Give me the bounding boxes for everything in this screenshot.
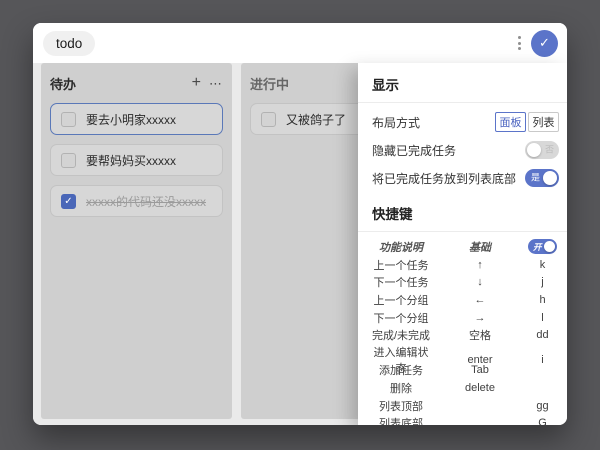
layout-option-list[interactable]: 列表 (528, 112, 559, 132)
kebab-menu-icon[interactable] (515, 32, 524, 54)
layout-mode-row: 布局方式 面板 列表 (358, 108, 567, 136)
toggle-knob (543, 171, 557, 185)
shortcut-vim-key: h (528, 294, 557, 306)
app-title-badge[interactable]: todo (43, 31, 95, 56)
task-checkbox[interactable] (261, 112, 276, 127)
shortcut-vim-key: dd (528, 329, 557, 341)
confirm-button[interactable]: ✓ (531, 30, 558, 57)
todo-app-window: todo ✓ 待办 + ⋯ 要去小明家xxxxx 要帮妈妈买xxxxx (33, 23, 567, 425)
toggle-knob (544, 241, 555, 252)
shortcuts-col-function: 功能说明 (370, 239, 432, 255)
task-text: 要帮妈妈买xxxxx (86, 152, 176, 169)
shortcut-action: 列表顶部 (370, 398, 432, 414)
divider (358, 231, 567, 232)
completed-to-bottom-toggle[interactable]: 是 (525, 169, 559, 187)
column-title: 进行中 (250, 74, 289, 93)
toggle-knob (527, 143, 541, 157)
shortcut-action: 下一个任务 (370, 274, 432, 290)
shortcut-row: 列表顶部 gg (370, 397, 557, 415)
shortcut-row: 上一个分组 ← h (370, 291, 557, 309)
shortcuts-header-row: 功能说明 基础 开 (370, 237, 557, 256)
task-card[interactable]: ✓ xxxxx的代码还没xxxxx (50, 185, 223, 217)
add-task-icon[interactable]: + (192, 75, 201, 91)
shortcuts-col-basic: 基础 (432, 239, 528, 255)
shortcut-action: 下一个分组 (370, 310, 432, 326)
toggle-state-text: 是 (531, 174, 540, 183)
shortcut-vim-key: l (528, 312, 557, 324)
shortcut-basic-key: ↓ (432, 276, 528, 288)
shortcut-basic-key: ← (432, 294, 528, 306)
shortcut-basic-key: 空格 (432, 327, 528, 343)
shortcut-basic-key: → (432, 312, 528, 324)
completed-to-bottom-row: 将已完成任务放到列表底部 是 (358, 164, 567, 192)
task-text: xxxxx的代码还没xxxxx (86, 193, 206, 210)
shortcut-row: 下一个分组 → l (370, 309, 557, 327)
layout-mode-label: 布局方式 (372, 114, 420, 131)
shortcut-vim-key: k (528, 259, 557, 271)
shortcut-row: 下一个任务 ↓ j (370, 274, 557, 292)
shortcuts-section-title: 快捷键 (372, 203, 553, 223)
column-todo: 待办 + ⋯ 要去小明家xxxxx 要帮妈妈买xxxxx ✓ xxxxx的代码还… (41, 63, 232, 419)
shortcut-row: 进入编辑状态 enter i (370, 344, 557, 362)
shortcut-vim-key: j (528, 276, 557, 288)
shortcut-action: 删除 (370, 380, 432, 396)
display-section-title: 显示 (372, 74, 553, 94)
task-card[interactable]: 要帮妈妈买xxxxx (50, 144, 223, 176)
task-checkbox[interactable] (61, 153, 76, 168)
task-text: 又被鸽子了 (286, 111, 346, 128)
column-title: 待办 (50, 74, 76, 93)
task-text: 要去小明家xxxxx (86, 111, 176, 128)
shortcut-vim-key: G (528, 417, 557, 425)
shortcut-basic-key: Tab (432, 364, 528, 376)
column-more-icon[interactable]: ⋯ (209, 77, 223, 90)
window-header: todo ✓ (33, 23, 567, 63)
task-checkbox-checked[interactable]: ✓ (61, 194, 76, 209)
shortcut-row: 删除 delete (370, 379, 557, 397)
layout-option-board[interactable]: 面板 (495, 112, 526, 132)
shortcut-action: 添加任务 (370, 362, 432, 378)
shortcut-action: 上一个分组 (370, 292, 432, 308)
shortcut-action: 列表底部 (370, 415, 432, 425)
shortcut-basic-key: delete (432, 382, 528, 394)
hide-completed-row: 隐藏已完成任务 否 (358, 136, 567, 164)
toggle-state-text: 开 (533, 242, 542, 251)
column-header: 待办 + ⋯ (50, 72, 223, 94)
shortcut-vim-key: i (528, 354, 557, 366)
shortcut-row: 完成/未完成 空格 dd (370, 326, 557, 344)
header-actions: ✓ (515, 30, 558, 57)
toggle-state-text: 否 (545, 146, 554, 155)
shortcuts-enabled-toggle[interactable]: 开 (528, 239, 557, 254)
shortcut-row: 上一个任务 ↑ k (370, 256, 557, 274)
shortcut-action: 完成/未完成 (370, 327, 432, 343)
settings-panel: 显示 布局方式 面板 列表 隐藏已完成任务 否 将已完成任务放到列表底部 是 (358, 63, 567, 425)
hide-completed-label: 隐藏已完成任务 (372, 142, 456, 159)
shortcut-basic-key: ↑ (432, 259, 528, 271)
check-icon: ✓ (539, 35, 550, 51)
task-checkbox[interactable] (61, 112, 76, 127)
completed-to-bottom-label: 将已完成任务放到列表底部 (372, 170, 516, 187)
shortcut-action: 上一个任务 (370, 257, 432, 273)
shortcut-vim-key: gg (528, 400, 557, 412)
divider (358, 102, 567, 103)
layout-mode-segment: 面板 列表 (495, 112, 559, 132)
column-actions: + ⋯ (192, 75, 223, 91)
shortcut-row: 列表底部 G (370, 414, 557, 425)
task-card[interactable]: 要去小明家xxxxx (50, 103, 223, 135)
hide-completed-toggle[interactable]: 否 (525, 141, 559, 159)
shortcuts-table: 功能说明 基础 开 上一个任务 ↑ k 下一个任务 ↓ j (370, 237, 557, 425)
